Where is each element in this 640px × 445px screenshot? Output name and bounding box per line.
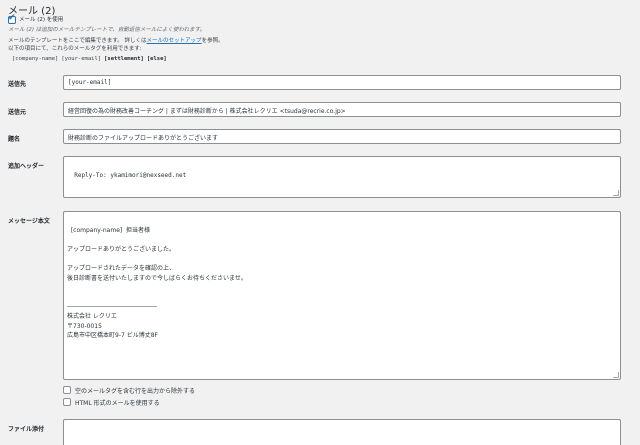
resize-handle-icon[interactable]: [613, 190, 619, 196]
mail-tag: [your-email]: [61, 56, 102, 62]
body-label: メッセージ本文: [8, 218, 50, 225]
resize-handle-icon[interactable]: [613, 372, 619, 378]
mail2-description: メール (2) は追加のメールテンプレートで、自動返信メールによく使われます。: [8, 27, 206, 33]
mail-setup-link[interactable]: メールのセットアップ: [147, 38, 202, 44]
to-label: 送信先: [8, 81, 27, 88]
headers-value: Reply-To: ykamimori@nexseed.net: [74, 171, 187, 179]
subject-input[interactable]: 財務診断のファイルアップロードありがとうございます: [63, 129, 621, 144]
to-input[interactable]: [your-email]: [63, 75, 621, 90]
exclude-blank-checkbox[interactable]: [63, 386, 71, 394]
mail-tags-intro: 以下の項目にて、これらのメールタグを利用できます:: [8, 46, 142, 52]
attachments-label: ファイル添付: [8, 426, 45, 433]
checkmark-icon: ✔: [8, 13, 16, 23]
mail-tag: [settlement]: [104, 56, 144, 62]
headers-label: 追加ヘッダー: [8, 163, 45, 170]
use-mail2-checkbox[interactable]: ✔: [8, 13, 16, 24]
template-help: メールのテンプレートをここで編集できます。 詳しくはメールのセットアップを参照。: [8, 37, 224, 45]
mail-tag-list: [company-name] [your-email] [settlement] [e…: [12, 55, 170, 63]
mail-tag: [company-name]: [12, 56, 59, 62]
template-help-suffix: を参照。: [201, 38, 224, 44]
template-help-text: メールのテンプレートをここで編集できます。 詳しくは: [8, 38, 147, 44]
from-input[interactable]: 経営回復の為の財務改善コーチング | まずは財務診断から | 株式会社レクリエ …: [63, 102, 621, 117]
subject-label: 題名: [8, 136, 21, 143]
exclude-blank-label: 空のメールタグを含む行を出力から除外する: [75, 388, 196, 395]
body-textarea[interactable]: [company-name] 担当者様 アップロードありがとうございました。 ア…: [63, 211, 621, 380]
body-value: [company-name] 担当者様 アップロードありがとうございました。 ア…: [67, 226, 247, 340]
use-html-checkbox[interactable]: [63, 398, 71, 406]
from-label: 送信元: [8, 109, 27, 116]
use-mail2-label: メール (2) を使用: [19, 17, 64, 23]
attachments-textarea[interactable]: [63, 419, 621, 445]
mail-tag: [else]: [146, 56, 167, 62]
use-html-label: HTML 形式のメールを使用する: [75, 400, 160, 407]
headers-textarea[interactable]: Reply-To: ykamimori@nexseed.net: [63, 156, 621, 198]
